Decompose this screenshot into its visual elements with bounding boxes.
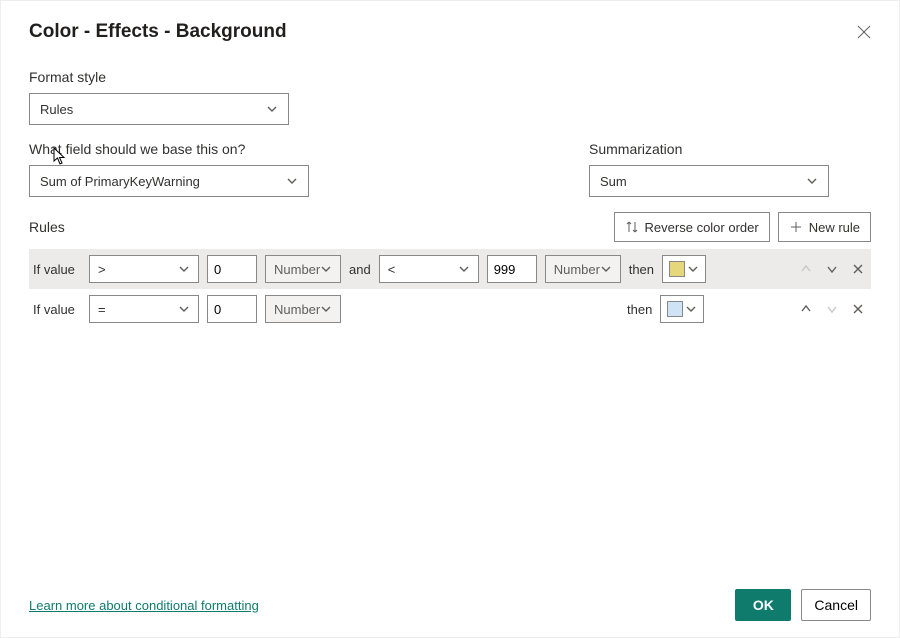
- operator-2-dropdown[interactable]: <: [379, 255, 479, 283]
- move-down-icon[interactable]: [825, 302, 839, 316]
- color-swatch: [669, 261, 685, 277]
- color-swatch: [667, 301, 683, 317]
- operator-1-value: =: [98, 302, 106, 317]
- rule-row: If value = Number then: [29, 289, 871, 329]
- learn-more-link[interactable]: Learn more about conditional formatting: [29, 598, 259, 613]
- value-1-input[interactable]: [207, 255, 257, 283]
- chevron-down-icon: [458, 263, 470, 275]
- type-1-dropdown[interactable]: Number: [265, 255, 341, 283]
- field-dropdown[interactable]: Sum of PrimaryKeyWarning: [29, 165, 309, 197]
- ok-button[interactable]: OK: [735, 589, 791, 621]
- operator-1-dropdown[interactable]: =: [89, 295, 199, 323]
- chevron-down-icon: [806, 175, 818, 187]
- type-1-value: Number: [274, 262, 320, 277]
- swap-icon: [625, 220, 639, 234]
- operator-2-value: <: [388, 262, 396, 277]
- dialog-title: Color - Effects - Background: [29, 21, 287, 43]
- format-style-value: Rules: [40, 102, 73, 117]
- delete-rule-icon[interactable]: [851, 262, 865, 276]
- type-1-dropdown[interactable]: Number: [265, 295, 341, 323]
- delete-rule-icon[interactable]: [851, 302, 865, 316]
- color-picker[interactable]: [662, 255, 706, 283]
- type-2-value: Number: [554, 262, 600, 277]
- chevron-down-icon: [600, 263, 612, 275]
- format-style-dropdown[interactable]: Rules: [29, 93, 289, 125]
- rules-label: Rules: [29, 219, 65, 235]
- plus-icon: [789, 220, 803, 234]
- then-label: then: [629, 262, 654, 277]
- chevron-down-icon: [286, 175, 298, 187]
- reverse-color-order-label: Reverse color order: [645, 220, 759, 235]
- chevron-down-icon: [320, 303, 332, 315]
- move-up-icon[interactable]: [799, 302, 813, 316]
- cancel-button[interactable]: Cancel: [801, 589, 871, 621]
- summarization-label: Summarization: [589, 141, 871, 157]
- summarization-dropdown[interactable]: Sum: [589, 165, 829, 197]
- close-icon[interactable]: [857, 25, 871, 39]
- type-2-dropdown[interactable]: Number: [545, 255, 621, 283]
- format-style-label: Format style: [29, 69, 871, 85]
- if-value-label: If value: [29, 262, 81, 277]
- value-1-input[interactable]: [207, 295, 257, 323]
- reverse-color-order-button[interactable]: Reverse color order: [614, 212, 770, 242]
- operator-1-dropdown[interactable]: >: [89, 255, 199, 283]
- chevron-down-icon: [685, 303, 697, 315]
- chevron-down-icon: [320, 263, 332, 275]
- color-picker[interactable]: [660, 295, 704, 323]
- and-label: and: [349, 262, 371, 277]
- summarization-value: Sum: [600, 174, 627, 189]
- value-2-input[interactable]: [487, 255, 537, 283]
- move-up-icon[interactable]: [799, 262, 813, 276]
- then-label: then: [627, 302, 652, 317]
- chevron-down-icon: [178, 263, 190, 275]
- rule-row: If value > Number and < Number then: [29, 249, 871, 289]
- move-down-icon[interactable]: [825, 262, 839, 276]
- field-value: Sum of PrimaryKeyWarning: [40, 174, 200, 189]
- chevron-down-icon: [178, 303, 190, 315]
- chevron-down-icon: [266, 103, 278, 115]
- chevron-down-icon: [687, 263, 699, 275]
- if-value-label: If value: [29, 302, 81, 317]
- new-rule-button[interactable]: New rule: [778, 212, 871, 242]
- type-1-value: Number: [274, 302, 320, 317]
- operator-1-value: >: [98, 262, 106, 277]
- field-label: What field should we base this on?: [29, 141, 329, 157]
- new-rule-label: New rule: [809, 220, 860, 235]
